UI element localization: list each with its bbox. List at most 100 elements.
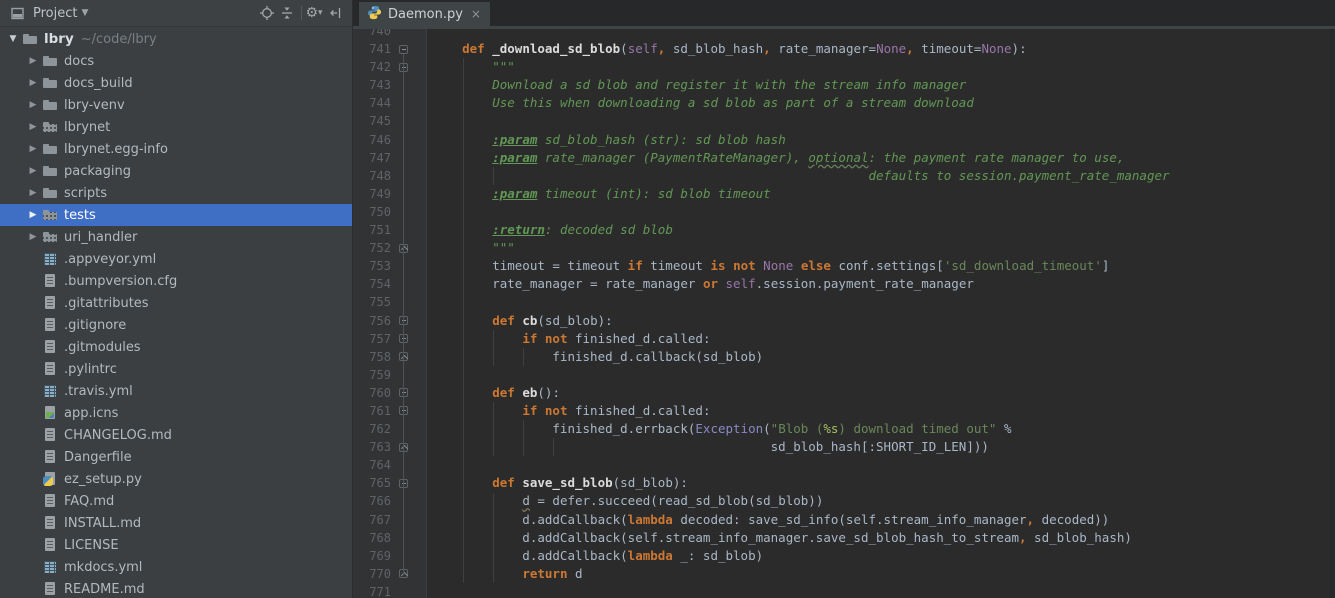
code-line-text: """ (427, 58, 1335, 76)
tree-item-label: Dangerfile (64, 450, 132, 465)
code-line-text: Download a sd blob and register it with … (427, 76, 1335, 94)
tree-item-uri-handler[interactable]: ▶ uri_handler (0, 226, 352, 248)
python-file-icon (367, 5, 382, 24)
tree-item-lbrynet[interactable]: ▶ lbrynet (0, 116, 352, 138)
fold-gutter (391, 29, 427, 40)
tree-item-label: lbry (44, 31, 74, 47)
tree-item-dangerfile[interactable]: Dangerfile (0, 446, 352, 468)
indent-guide (493, 167, 494, 185)
code-line: 768 d.addCallback(self.stream_info_manag… (353, 529, 1335, 547)
fold-gutter (391, 94, 427, 112)
tree-item--gitignore[interactable]: .gitignore (0, 314, 352, 336)
file-text-icon (42, 427, 60, 443)
indent-guide (523, 420, 524, 456)
tree-item-packaging[interactable]: ▶ packaging (0, 160, 352, 182)
gear-caret: ▾ (318, 8, 323, 18)
tree-item--gitmodules[interactable]: .gitmodules (0, 336, 352, 358)
tree-expand-arrow[interactable]: ▶ (24, 122, 42, 132)
tree-item-readme-md[interactable]: README.md (0, 578, 352, 598)
tab-daemon-py[interactable]: Daemon.py × (359, 2, 490, 26)
tree-item-path: ~/code/lbry (81, 32, 157, 47)
tree-item-label: docs_build (64, 76, 133, 91)
tree-item-changelog-md[interactable]: CHANGELOG.md (0, 424, 352, 446)
tree-item-app-icns[interactable]: app.icns (0, 402, 352, 424)
indent-guide (493, 330, 494, 366)
tree-item-lbry[interactable]: ▼ lbry ~/code/lbry (0, 28, 352, 50)
code-editor[interactable]: 740 741 def _download_sd_blob(self, sd_b… (353, 29, 1335, 598)
tree-expand-arrow[interactable]: ▶ (24, 100, 42, 110)
tree-item-label: .pylintrc (64, 362, 117, 377)
tree-expand-arrow[interactable]: ▶ (24, 144, 42, 154)
tree-expand-arrow[interactable]: ▶ (24, 232, 42, 242)
line-number: 752 (353, 239, 391, 257)
tool-window-icon (7, 3, 27, 23)
folder-icon (42, 53, 60, 69)
project-panel-title[interactable]: Project (33, 6, 77, 21)
tree-item--pylintrc[interactable]: .pylintrc (0, 358, 352, 380)
code-line-text: :param sd_blob_hash (str): sd blob hash (427, 131, 1335, 149)
tree-item--travis-yml[interactable]: .travis.yml (0, 380, 352, 402)
code-line-text: def _download_sd_blob(self, sd_blob_hash… (427, 40, 1335, 58)
tree-item-lbry-venv[interactable]: ▶ lbry-venv (0, 94, 352, 116)
code-line-text (427, 293, 1335, 311)
project-dropdown-caret[interactable]: ▼ (81, 8, 88, 18)
line-number: 757 (353, 330, 391, 348)
line-number: 760 (353, 384, 391, 402)
folder-icon (22, 31, 40, 47)
code-line-text: def eb(): (427, 384, 1335, 402)
fold-gutter (391, 203, 427, 221)
tree-expand-arrow[interactable]: ▶ (24, 56, 42, 66)
tree-expand-arrow[interactable]: ▶ (24, 210, 42, 220)
tree-item-label: app.icns (64, 406, 118, 421)
line-number: 769 (353, 547, 391, 565)
tree-item-mkdocs-yml[interactable]: mkdocs.yml (0, 556, 352, 578)
tree-item--bumpversion-cfg[interactable]: .bumpversion.cfg (0, 270, 352, 292)
line-number: 742 (353, 58, 391, 76)
tree-item-install-md[interactable]: INSTALL.md (0, 512, 352, 534)
tree-expand-arrow[interactable]: ▶ (24, 78, 42, 88)
code-line: 754 rate_manager = rate_manager or self.… (353, 275, 1335, 293)
code-line: 755 (353, 293, 1335, 311)
tree-expand-arrow[interactable]: ▼ (4, 34, 22, 44)
tree-item-label: lbrynet.egg-info (64, 142, 168, 157)
fold-gutter (391, 58, 427, 76)
fold-gutter (391, 149, 427, 167)
line-number: 745 (353, 112, 391, 130)
ide-window: Project ▼ ⚙▾ (0, 0, 1335, 598)
locate-target-icon[interactable] (257, 3, 277, 23)
code-line: 741 def _download_sd_blob(self, sd_blob_… (353, 40, 1335, 58)
tree-item-faq-md[interactable]: FAQ.md (0, 490, 352, 512)
code-line: 751 :return: decoded sd blob (353, 221, 1335, 239)
tree-item-label: ez_setup.py (64, 472, 142, 487)
tree-item-scripts[interactable]: ▶ scripts (0, 182, 352, 204)
tree-expand-arrow[interactable]: ▶ (24, 188, 42, 198)
code-line: 744 Use this when downloading a sd blob … (353, 94, 1335, 112)
fold-gutter (391, 112, 427, 130)
tree-item-license[interactable]: LICENSE (0, 534, 352, 556)
tree-item-ez-setup-py[interactable]: ez_setup.py (0, 468, 352, 490)
code-line: 762 finished_d.errback(Exception("Blob (… (353, 420, 1335, 438)
fold-collapse-marker[interactable] (399, 45, 408, 54)
tree-expand-arrow[interactable]: ▶ (24, 166, 42, 176)
code-line-text: rate_manager = rate_manager or self.sess… (427, 275, 1335, 293)
tree-item-lbrynet-egg-info[interactable]: ▶ lbrynet.egg-info (0, 138, 352, 160)
tree-item--gitattributes[interactable]: .gitattributes (0, 292, 352, 314)
file-yml-icon (42, 251, 60, 267)
tree-item-tests[interactable]: ▶ tests (0, 204, 352, 226)
fold-gutter (391, 312, 427, 330)
hide-panel-icon[interactable] (326, 3, 346, 23)
tree-item--appveyor-yml[interactable]: .appveyor.yml (0, 248, 352, 270)
collapse-all-icon[interactable] (277, 3, 297, 23)
editor-scrollbar-track[interactable] (1330, 29, 1335, 598)
code-line: 757 if not finished_d.called: (353, 330, 1335, 348)
tree-item-docs-build[interactable]: ▶ docs_build (0, 72, 352, 94)
tab-close-icon[interactable]: × (471, 8, 481, 20)
line-number: 766 (353, 492, 391, 510)
settings-gear-icon[interactable]: ⚙▾ (306, 3, 326, 23)
fold-region-line (403, 54, 404, 574)
line-number: 747 (353, 149, 391, 167)
folder-icon (42, 141, 60, 157)
tree-item-docs[interactable]: ▶ docs (0, 50, 352, 72)
line-number: 740 (353, 29, 391, 40)
tree-item-label: .gitmodules (64, 340, 141, 355)
